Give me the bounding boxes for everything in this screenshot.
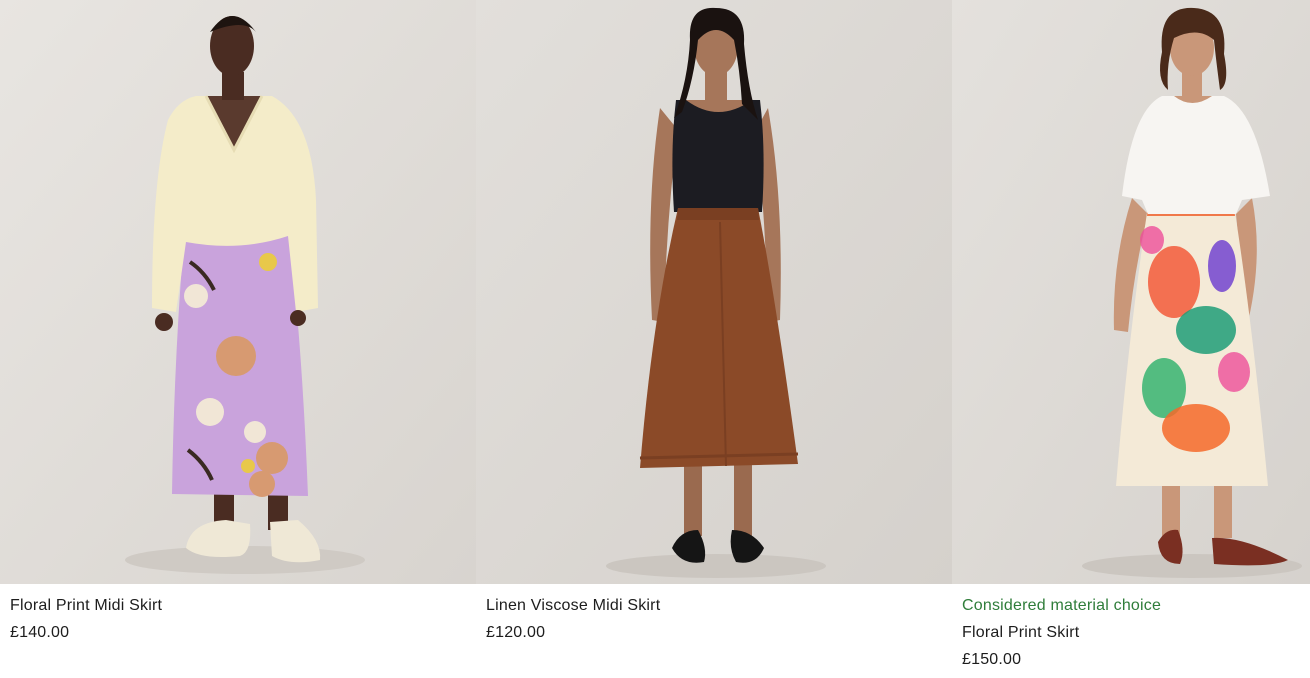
product-image[interactable] [952, 0, 1310, 584]
product-card[interactable]: Considered material choice Floral Print … [952, 0, 1310, 678]
product-image[interactable] [0, 0, 476, 584]
product-info: Floral Print Midi Skirt £140.00 [10, 592, 468, 646]
product-image[interactable] [476, 0, 952, 584]
material-badge: Considered material choice [962, 597, 1162, 614]
product-price: £120.00 [486, 624, 546, 641]
product-name[interactable]: Floral Print Midi Skirt [10, 592, 468, 619]
product-card[interactable]: Floral Print Midi Skirt £140.00 [0, 0, 476, 678]
product-price: £140.00 [10, 624, 70, 641]
product-info: Linen Viscose Midi Skirt £120.00 [486, 592, 944, 646]
product-name[interactable]: Floral Print Skirt [962, 619, 1302, 646]
product-name[interactable]: Linen Viscose Midi Skirt [486, 592, 944, 619]
product-grid: Floral Print Midi Skirt £140.00 Linen Vi… [0, 0, 1310, 678]
product-price: £150.00 [962, 651, 1022, 668]
product-info: Considered material choice Floral Print … [962, 592, 1302, 673]
product-card[interactable]: Linen Viscose Midi Skirt £120.00 [476, 0, 952, 678]
